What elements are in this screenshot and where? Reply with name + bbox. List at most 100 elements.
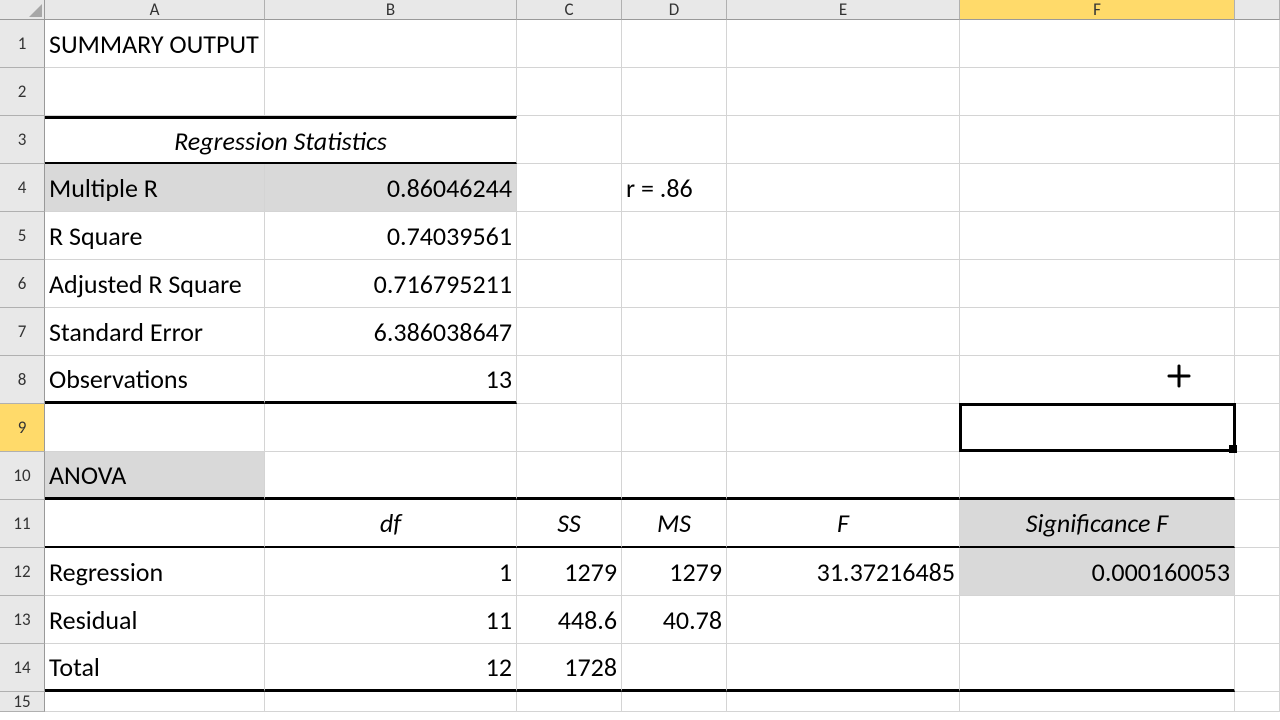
- cell-A7[interactable]: Standard Error: [45, 308, 265, 356]
- cell-B14[interactable]: 12: [265, 644, 517, 692]
- cell-A5[interactable]: R Square: [45, 212, 265, 260]
- cell-A11[interactable]: [45, 500, 265, 548]
- cell-C8[interactable]: [517, 356, 622, 404]
- cell-C6[interactable]: [517, 260, 622, 308]
- cell-F3[interactable]: [960, 116, 1235, 164]
- col-header-G[interactable]: [1235, 0, 1280, 20]
- cell-D13[interactable]: 40.78: [622, 596, 727, 644]
- cell-B15[interactable]: [265, 692, 517, 712]
- cell-D6[interactable]: [622, 260, 727, 308]
- cell-A14[interactable]: Total: [45, 644, 265, 692]
- cell-E15[interactable]: [727, 692, 960, 712]
- cell-A8[interactable]: Observations: [45, 356, 265, 404]
- cell-G1[interactable]: [1235, 20, 1280, 68]
- cell-G5[interactable]: [1235, 212, 1280, 260]
- cell-C9[interactable]: [517, 404, 622, 452]
- row-header-4[interactable]: 4: [0, 164, 45, 212]
- row-header-1[interactable]: 1: [0, 20, 45, 68]
- select-all-corner[interactable]: [0, 0, 45, 20]
- cell-D12[interactable]: 1279: [622, 548, 727, 596]
- cell-E2[interactable]: [727, 68, 960, 116]
- cell-G14[interactable]: [1235, 644, 1280, 692]
- cell-G15[interactable]: [1235, 692, 1280, 712]
- row-header-11[interactable]: 11: [0, 500, 45, 548]
- cell-A3[interactable]: Regression Statistics: [45, 116, 517, 164]
- cell-E5[interactable]: [727, 212, 960, 260]
- cell-C13[interactable]: 448.6: [517, 596, 622, 644]
- cell-D8[interactable]: [622, 356, 727, 404]
- cell-C15[interactable]: [517, 692, 622, 712]
- row-header-15[interactable]: 15: [0, 692, 45, 712]
- spreadsheet-grid[interactable]: A B C D E F 1 SUMMARY OUTPUT 2 3 Regress…: [0, 0, 1280, 712]
- cell-B1[interactable]: [265, 20, 517, 68]
- cell-D9[interactable]: [622, 404, 727, 452]
- cell-A13[interactable]: Residual: [45, 596, 265, 644]
- cell-F4[interactable]: [960, 164, 1235, 212]
- cell-F9[interactable]: [960, 404, 1235, 452]
- cell-F8[interactable]: [960, 356, 1235, 404]
- cell-B2[interactable]: [265, 68, 517, 116]
- cell-E8[interactable]: [727, 356, 960, 404]
- cell-E3[interactable]: [727, 116, 960, 164]
- cell-D5[interactable]: [622, 212, 727, 260]
- cell-E4[interactable]: [727, 164, 960, 212]
- col-header-F[interactable]: F: [960, 0, 1235, 20]
- cell-E13[interactable]: [727, 596, 960, 644]
- cell-F2[interactable]: [960, 68, 1235, 116]
- row-header-13[interactable]: 13: [0, 596, 45, 644]
- row-header-14[interactable]: 14: [0, 644, 45, 692]
- cell-D11[interactable]: MS: [622, 500, 727, 548]
- cell-G12[interactable]: [1235, 548, 1280, 596]
- cell-C2[interactable]: [517, 68, 622, 116]
- cell-F7[interactable]: [960, 308, 1235, 356]
- cell-B6[interactable]: 0.716795211: [265, 260, 517, 308]
- cell-F12[interactable]: 0.000160053: [960, 548, 1235, 596]
- col-header-A[interactable]: A: [45, 0, 265, 20]
- col-header-D[interactable]: D: [622, 0, 727, 20]
- cell-B10[interactable]: [265, 452, 517, 500]
- cell-C3[interactable]: [517, 116, 622, 164]
- cell-E7[interactable]: [727, 308, 960, 356]
- col-header-B[interactable]: B: [265, 0, 517, 20]
- cell-F5[interactable]: [960, 212, 1235, 260]
- row-header-8[interactable]: 8: [0, 356, 45, 404]
- cell-D4[interactable]: r = .86: [622, 164, 727, 212]
- row-header-6[interactable]: 6: [0, 260, 45, 308]
- cell-B13[interactable]: 11: [265, 596, 517, 644]
- cell-F15[interactable]: [960, 692, 1235, 712]
- cell-A9[interactable]: [45, 404, 265, 452]
- cell-D14[interactable]: [622, 644, 727, 692]
- cell-E10[interactable]: [727, 452, 960, 500]
- cell-E11[interactable]: F: [727, 500, 960, 548]
- cell-A12[interactable]: Regression: [45, 548, 265, 596]
- cell-D3[interactable]: [622, 116, 727, 164]
- cell-B5[interactable]: 0.74039561: [265, 212, 517, 260]
- cell-G3[interactable]: [1235, 116, 1280, 164]
- cell-C4[interactable]: [517, 164, 622, 212]
- cell-C14[interactable]: 1728: [517, 644, 622, 692]
- col-header-E[interactable]: E: [727, 0, 960, 20]
- cell-F14[interactable]: [960, 644, 1235, 692]
- row-header-12[interactable]: 12: [0, 548, 45, 596]
- cell-E14[interactable]: [727, 644, 960, 692]
- cell-B4[interactable]: 0.86046244: [265, 164, 517, 212]
- cell-C10[interactable]: [517, 452, 622, 500]
- cell-A4[interactable]: Multiple R: [45, 164, 265, 212]
- cell-G13[interactable]: [1235, 596, 1280, 644]
- cell-C11[interactable]: SS: [517, 500, 622, 548]
- cell-G7[interactable]: [1235, 308, 1280, 356]
- cell-G4[interactable]: [1235, 164, 1280, 212]
- cell-F6[interactable]: [960, 260, 1235, 308]
- cell-C5[interactable]: [517, 212, 622, 260]
- cell-E1[interactable]: [727, 20, 960, 68]
- cell-E6[interactable]: [727, 260, 960, 308]
- cell-G8[interactable]: [1235, 356, 1280, 404]
- row-header-5[interactable]: 5: [0, 212, 45, 260]
- cell-A1[interactable]: SUMMARY OUTPUT: [45, 20, 265, 68]
- cell-F1[interactable]: [960, 20, 1235, 68]
- cell-D10[interactable]: [622, 452, 727, 500]
- cell-D7[interactable]: [622, 308, 727, 356]
- cell-E12[interactable]: 31.37216485: [727, 548, 960, 596]
- cell-F10[interactable]: [960, 452, 1235, 500]
- cell-E9[interactable]: [727, 404, 960, 452]
